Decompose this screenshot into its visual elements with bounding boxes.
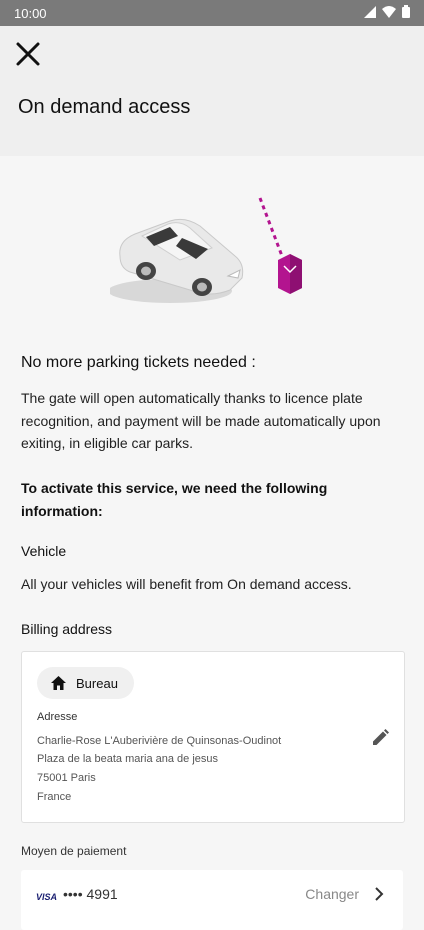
vehicle-label: Vehicle [21, 543, 67, 559]
battery-icon [402, 5, 410, 18]
page-header: On demand access [0, 26, 424, 156]
wifi-icon [382, 5, 396, 18]
close-icon[interactable] [14, 40, 42, 68]
status-bar: 10:00 [0, 0, 424, 26]
billing-address-label: Billing address [21, 621, 113, 637]
visa-logo: VISA [36, 892, 58, 902]
status-icons [364, 5, 410, 18]
requirements-heading: To activate this service, we need the fo… [21, 480, 328, 519]
payment-method-row[interactable]: VISA •••• 4991 Changer [21, 870, 403, 930]
address-line: Charlie-Rose L'Auberivière de Quinsonas-… [37, 735, 282, 747]
page-title: On demand access [18, 96, 191, 118]
status-time: 10:00 [14, 6, 47, 21]
address-type-label: Bureau [76, 675, 118, 691]
intro-heading: No more parking tickets needed : [21, 354, 256, 371]
intro-description: The gate will open automatically thanks … [21, 390, 381, 451]
signal-icon [364, 5, 376, 18]
address-line: France [37, 791, 72, 803]
address-line: Plaza de la beata maria ana de jesus [37, 753, 219, 765]
home-icon [51, 676, 66, 690]
billing-address-card: Bureau Adresse Charlie-Rose L'Auberivièr… [21, 651, 405, 823]
payment-method-label: Moyen de paiement [21, 844, 127, 858]
address-type-chip: Bureau [37, 667, 134, 699]
pencil-icon[interactable] [370, 728, 390, 748]
address-label: Adresse [37, 711, 78, 723]
car-gate-illustration [110, 197, 302, 303]
address-line: 75001 Paris [37, 772, 96, 784]
vehicle-description: All your vehicles will benefit from On d… [21, 576, 352, 592]
chevron-right-icon[interactable] [373, 887, 385, 901]
